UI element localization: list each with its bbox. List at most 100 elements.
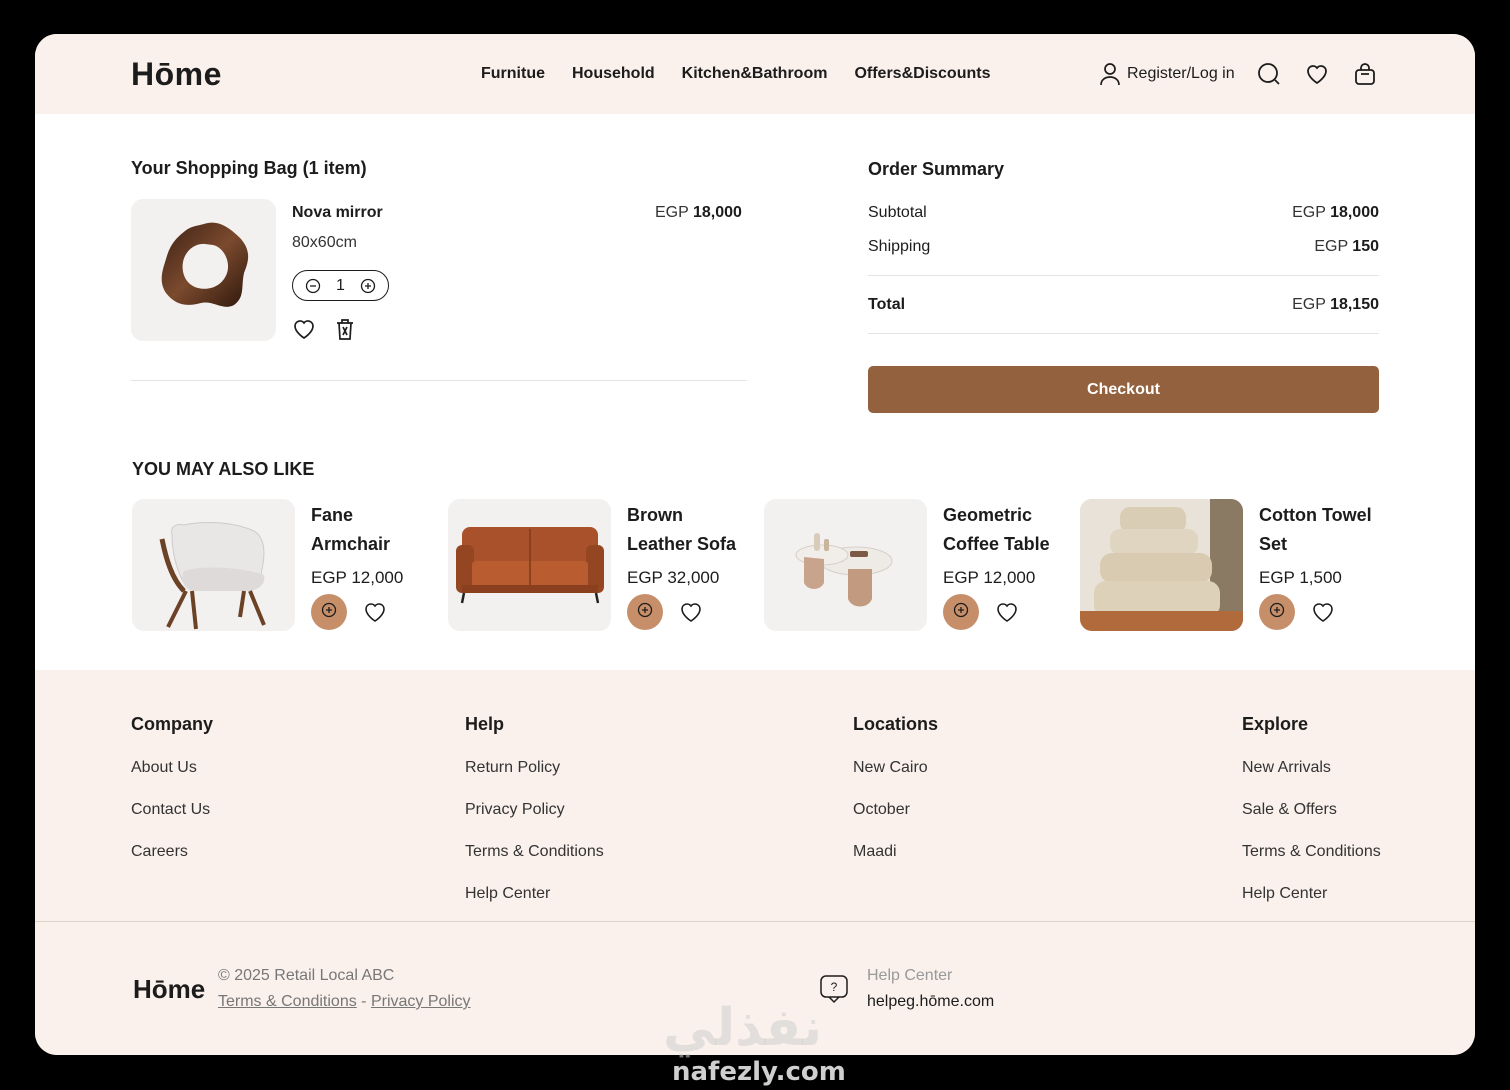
item-name[interactable]: Nova mirror — [292, 204, 383, 222]
shipping-amount: 150 — [1352, 238, 1379, 255]
subtotal-label: Subtotal — [868, 204, 927, 221]
footer-column-locations: Locations New Cairo October Maadi — [853, 714, 938, 884]
footer-divider — [35, 921, 1475, 922]
user-icon — [1099, 62, 1121, 86]
checkout-button[interactable]: Checkout — [868, 366, 1379, 413]
footer-link[interactable]: October — [853, 800, 938, 819]
bag-title: Your Shopping Bag (1 item) — [131, 158, 367, 178]
add-to-wishlist-heart-icon[interactable] — [292, 317, 316, 346]
subtotal-currency: EGP — [1292, 204, 1326, 221]
register-login-link[interactable]: Register/Log in — [1099, 62, 1235, 86]
product-image-nova-mirror[interactable] — [131, 199, 276, 341]
increase-quantity-icon[interactable] — [360, 278, 376, 294]
total-label: Total — [868, 296, 906, 313]
add-to-bag-button[interactable] — [943, 594, 979, 630]
footer-link[interactable]: Careers — [131, 842, 213, 861]
product-card[interactable]: Brown Leather Sofa EGP 32,000 — [448, 499, 748, 631]
shipping-label: Shipping — [868, 238, 931, 255]
search-icon[interactable] — [1257, 62, 1281, 86]
summary-divider-top — [868, 275, 1379, 276]
heart-icon[interactable] — [1311, 600, 1335, 624]
heart-icon[interactable] — [1305, 62, 1329, 86]
also-like-title: YOU MAY ALSO LIKE — [132, 459, 315, 479]
footer-link[interactable]: Terms & Conditions — [465, 842, 604, 861]
footer-link[interactable]: Terms & Conditions — [1242, 842, 1381, 861]
footer-column-help: Help Return Policy Privacy Policy Terms … — [465, 714, 604, 926]
bag-icon[interactable] — [1353, 62, 1377, 86]
footer-column-title: Help — [465, 714, 505, 734]
nav-furniture[interactable]: Furnitue — [481, 65, 545, 83]
terms-link[interactable]: Terms & Conditions — [218, 993, 357, 1010]
plus-circle-icon — [953, 602, 969, 623]
add-to-bag-button[interactable] — [627, 594, 663, 630]
product-image-coffee-table[interactable] — [764, 499, 927, 631]
privacy-link[interactable]: Privacy Policy — [371, 993, 471, 1010]
footer-column-company: Company About Us Contact Us Careers — [131, 714, 213, 884]
header-actions: Register/Log in — [1099, 62, 1401, 86]
subtotal-value: EGP 18,000 — [1292, 204, 1379, 222]
help-chat-icon: ? — [818, 973, 850, 1005]
main-nav: Furnitue Household Kitchen&Bathroom Offe… — [481, 65, 990, 83]
footer-link[interactable]: Help Center — [1242, 884, 1381, 903]
legal-separator: - — [361, 993, 367, 1010]
heart-icon[interactable] — [679, 600, 703, 624]
footer-link[interactable]: About Us — [131, 758, 213, 777]
subtotal-row: Subtotal EGP 18,000 — [868, 204, 1379, 222]
product-card[interactable]: Geometric Coffee Table EGP 12,000 — [764, 499, 1064, 631]
copyright-text: © 2025 Retail Local ABC — [218, 967, 395, 984]
product-name[interactable]: Cotton Towel Set — [1259, 501, 1384, 559]
summary-divider-bottom — [868, 333, 1379, 334]
product-price: EGP 32,000 — [627, 568, 720, 587]
decrease-quantity-icon[interactable] — [305, 278, 321, 294]
footer-link[interactable]: New Arrivals — [1242, 758, 1381, 777]
quantity-value: 1 — [336, 276, 345, 294]
footer-link[interactable]: New Cairo — [853, 758, 938, 777]
item-size: 80x60cm — [292, 234, 357, 251]
nav-household[interactable]: Household — [572, 65, 655, 83]
footer-logo[interactable]: Hōme — [133, 974, 205, 1005]
header: Hōme Furnitue Household Kitchen&Bathroom… — [35, 34, 1475, 114]
product-price: EGP 12,000 — [311, 568, 404, 587]
footer-link[interactable]: Privacy Policy — [465, 800, 604, 819]
add-to-bag-button[interactable] — [1259, 594, 1295, 630]
heart-icon[interactable] — [363, 600, 387, 624]
watermark-arabic: نفذلي — [663, 998, 823, 1058]
item-price: EGP 18,000 — [655, 204, 742, 222]
product-image-towel-set[interactable] — [1080, 499, 1243, 631]
footer-link[interactable]: Return Policy — [465, 758, 604, 777]
footer-link[interactable]: Maadi — [853, 842, 938, 861]
footer-link[interactable]: Sale & Offers — [1242, 800, 1381, 819]
total-row: Total EGP 18,150 — [868, 296, 1379, 314]
footer-link[interactable]: Contact Us — [131, 800, 213, 819]
product-card[interactable]: Fane Armchair EGP 12,000 — [132, 499, 432, 631]
shipping-currency: EGP — [1314, 238, 1348, 255]
bag-divider — [131, 380, 747, 381]
logo[interactable]: Hōme — [131, 56, 222, 93]
add-to-bag-button[interactable] — [311, 594, 347, 630]
footer-link[interactable]: Help Center — [465, 884, 604, 903]
product-card[interactable]: Cotton Towel Set EGP 1,500 — [1080, 499, 1380, 631]
product-name[interactable]: Fane Armchair — [311, 501, 436, 559]
product-price: EGP 1,500 — [1259, 568, 1342, 587]
total-value: EGP 18,150 — [1292, 296, 1379, 314]
heart-icon[interactable] — [995, 600, 1019, 624]
footer-column-title: Explore — [1242, 714, 1309, 734]
product-image-armchair[interactable] — [132, 499, 295, 631]
help-center-email[interactable]: helpeg.hōme.com — [867, 993, 994, 1011]
shipping-row: Shipping EGP 150 — [868, 238, 1379, 256]
shipping-value: EGP 150 — [1314, 238, 1379, 256]
total-amount: 18,150 — [1330, 296, 1379, 313]
nav-offers-discounts[interactable]: Offers&Discounts — [854, 65, 990, 83]
plus-circle-icon — [321, 602, 337, 623]
plus-circle-icon — [637, 602, 653, 623]
product-image-sofa[interactable] — [448, 499, 611, 631]
footer-column-title: Company — [131, 714, 214, 734]
subtotal-amount: 18,000 — [1330, 204, 1379, 221]
product-name[interactable]: Geometric Coffee Table — [943, 501, 1068, 559]
product-name[interactable]: Brown Leather Sofa — [627, 501, 752, 559]
delete-trash-icon[interactable] — [334, 317, 356, 346]
plus-circle-icon — [1269, 602, 1285, 623]
watermark-domain: nafezly.com — [672, 1057, 846, 1087]
nav-kitchen-bathroom[interactable]: Kitchen&Bathroom — [682, 65, 828, 83]
order-summary-title: Order Summary — [868, 159, 1005, 179]
